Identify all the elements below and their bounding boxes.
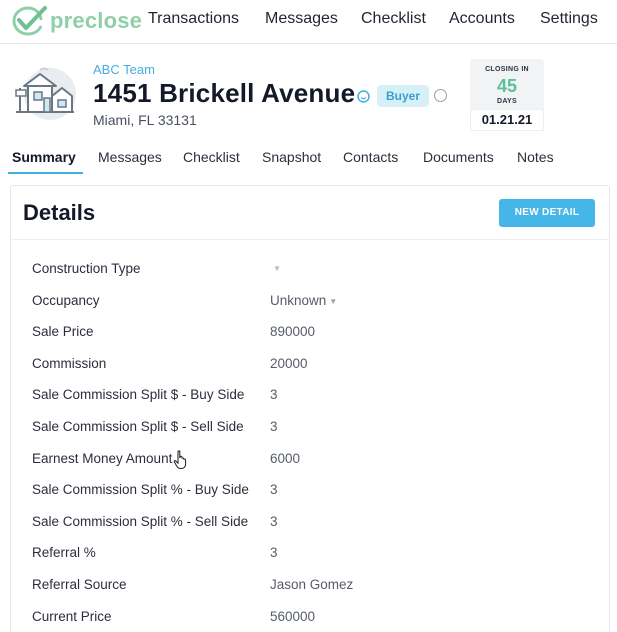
- nav-transactions[interactable]: Transactions: [148, 10, 239, 28]
- smile-icon[interactable]: [357, 90, 370, 103]
- details-header: Details NEW DETAIL: [11, 186, 609, 240]
- closing-label: CLOSING IN: [485, 66, 529, 73]
- dropdown-caret-icon: ▼: [329, 296, 338, 306]
- detail-label: Earnest Money Amount: [32, 450, 173, 466]
- closing-unit: DAYS: [496, 98, 517, 105]
- property-tabs: Summary Messages Checklist Snapshot Cont…: [0, 140, 617, 176]
- detail-value[interactable]: 890000: [270, 324, 315, 339]
- property-address: 1451 Brickell Avenue: [93, 78, 356, 108]
- detail-label: Sale Price: [32, 324, 94, 340]
- tab-checklist[interactable]: Checklist: [183, 149, 240, 165]
- property-header: ABC Team 1451 Brickell Avenue Buyer Miam…: [0, 44, 617, 140]
- team-name[interactable]: ABC Team: [93, 62, 155, 77]
- detail-value[interactable]: 560000: [270, 609, 315, 624]
- detail-row-split-dollar-buy: Sale Commission Split $ - Buy Side 3: [11, 378, 609, 410]
- detail-row-referral-percent: Referral % 3: [11, 536, 609, 568]
- detail-row-split-percent-buy: Sale Commission Split % - Buy Side 3: [11, 473, 609, 505]
- detail-label: Referral %: [32, 545, 96, 561]
- detail-label: Commission: [32, 355, 107, 371]
- nav-messages[interactable]: Messages: [265, 10, 338, 28]
- detail-value[interactable]: 3: [270, 514, 278, 529]
- occupancy-select[interactable]: Unknown ▼: [270, 293, 337, 308]
- top-navigation: preclose Transactions Messages Checklist…: [0, 0, 617, 44]
- dropdown-caret-icon[interactable]: ▼: [273, 264, 281, 273]
- brand-name: preclose: [50, 8, 143, 33]
- radio-icon[interactable]: [434, 89, 447, 102]
- detail-value[interactable]: 20000: [270, 356, 308, 371]
- detail-row-referral-source: Referral Source Jason Gomez: [11, 568, 609, 600]
- active-tab-indicator: [8, 172, 83, 174]
- detail-value[interactable]: 3: [270, 387, 278, 402]
- tab-contacts[interactable]: Contacts: [343, 149, 398, 165]
- detail-label: Construction Type: [32, 261, 141, 276]
- details-title: Details: [23, 200, 96, 225]
- tab-notes[interactable]: Notes: [517, 149, 554, 165]
- detail-value[interactable]: 3: [270, 482, 278, 497]
- detail-label: Occupancy: [32, 292, 100, 308]
- detail-row-sale-price: Sale Price 890000: [11, 315, 609, 347]
- detail-value: Unknown: [270, 292, 327, 308]
- detail-row-construction-type: Construction Type ▼: [11, 252, 609, 284]
- detail-label: Referral Source: [32, 576, 127, 592]
- detail-row-occupancy: Occupancy Unknown ▼: [11, 284, 609, 316]
- closing-days: 45: [496, 76, 518, 96]
- detail-label: Sale Commission Split % - Sell Side: [32, 513, 249, 529]
- nav-checklist[interactable]: Checklist: [361, 10, 426, 28]
- detail-value[interactable]: 3: [270, 545, 278, 560]
- role-badge: Buyer: [377, 85, 430, 107]
- house-icon: [15, 67, 76, 120]
- details-list: Construction Type ▼ Occupancy Unknown ▼ S…: [11, 252, 609, 631]
- hand-pointer-icon: [173, 450, 187, 469]
- detail-label: Current Price: [32, 608, 112, 624]
- closing-countdown: CLOSING IN 45 DAYS 01.21.21: [470, 59, 544, 131]
- detail-row-split-percent-sell: Sale Commission Split % - Sell Side 3: [11, 505, 609, 537]
- detail-value[interactable]: 6000: [270, 451, 300, 466]
- detail-label: Sale Commission Split $ - Buy Side: [32, 387, 245, 403]
- closing-date: 01.21.21: [470, 109, 544, 131]
- detail-label: Sale Commission Split % - Buy Side: [32, 482, 249, 498]
- tab-snapshot[interactable]: Snapshot: [262, 149, 321, 165]
- logo-check-icon: [12, 6, 47, 36]
- nav-accounts[interactable]: Accounts: [449, 10, 515, 28]
- detail-row-split-dollar-sell: Sale Commission Split $ - Sell Side 3: [11, 410, 609, 442]
- detail-value[interactable]: 3: [270, 419, 278, 434]
- detail-row-earnest-money: Earnest Money Amount 6000: [11, 442, 609, 474]
- detail-row-current-price: Current Price 560000: [11, 600, 609, 632]
- new-detail-button[interactable]: NEW DETAIL: [499, 199, 595, 227]
- detail-label: Sale Commission Split $ - Sell Side: [32, 418, 244, 434]
- detail-value[interactable]: Jason Gomez: [270, 577, 353, 592]
- tab-documents[interactable]: Documents: [423, 149, 494, 165]
- property-city: Miami, FL 33131: [93, 112, 197, 128]
- details-card: Details NEW DETAIL Construction Type ▼ O…: [10, 185, 610, 632]
- detail-row-commission: Commission 20000: [11, 347, 609, 379]
- tab-messages[interactable]: Messages: [98, 149, 162, 165]
- tab-summary[interactable]: Summary: [12, 149, 76, 165]
- nav-settings[interactable]: Settings: [540, 10, 598, 28]
- brand-logo[interactable]: preclose: [8, 4, 142, 38]
